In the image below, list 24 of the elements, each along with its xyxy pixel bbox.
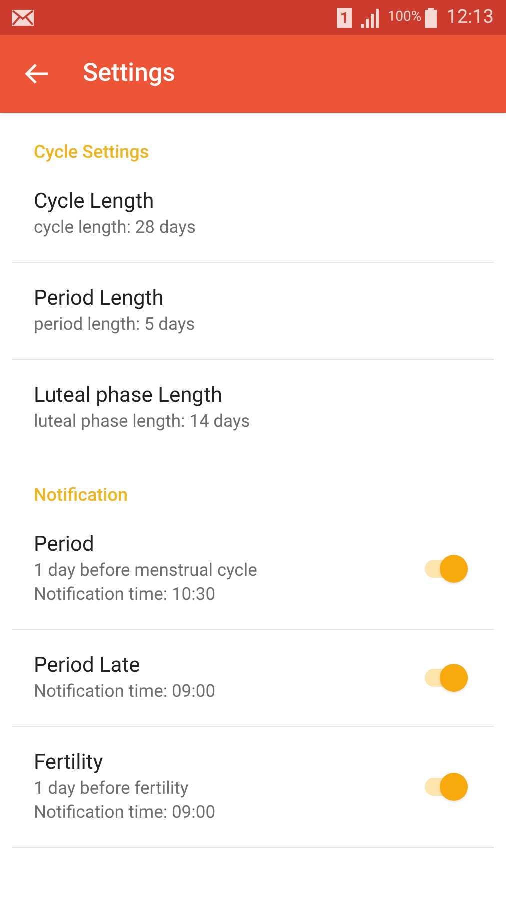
battery-icon (424, 8, 437, 28)
setting-summary: 1 day before fertility (34, 778, 190, 801)
sim-indicator: 1 (337, 8, 352, 28)
section-header: Notification (33, 484, 129, 508)
screen-title: Settings (83, 58, 176, 90)
setting-summary: Notification time: 09:00 (34, 802, 217, 825)
battery-percent: 100% (388, 8, 422, 27)
setting-summary: cycle length: 28 days (34, 217, 197, 240)
back-arrow-icon[interactable] (24, 63, 50, 85)
setting-title[interactable]: Period Late (34, 652, 422, 680)
section-header: Cycle Settings (33, 141, 150, 165)
setting-title[interactable]: Period (34, 531, 422, 559)
clock: 12:13 (446, 4, 494, 30)
setting-title[interactable]: Luteal phase Length (34, 382, 468, 410)
setting-summary: period length: 5 days (34, 314, 196, 337)
setting-summary: 1 day before menstrual cycle (34, 560, 258, 583)
setting-summary: Notification time: 09:00 (34, 681, 217, 704)
signal-icon (360, 8, 382, 28)
setting-summary: Notification time: 10:30 (34, 584, 217, 607)
setting-title[interactable]: Fertility (34, 749, 422, 777)
setting-title[interactable]: Period Length (34, 285, 468, 313)
setting-summary: luteal phase length: 14 days (34, 411, 252, 434)
setting-title[interactable]: Cycle Length (34, 188, 468, 216)
mail-icon (12, 10, 34, 26)
